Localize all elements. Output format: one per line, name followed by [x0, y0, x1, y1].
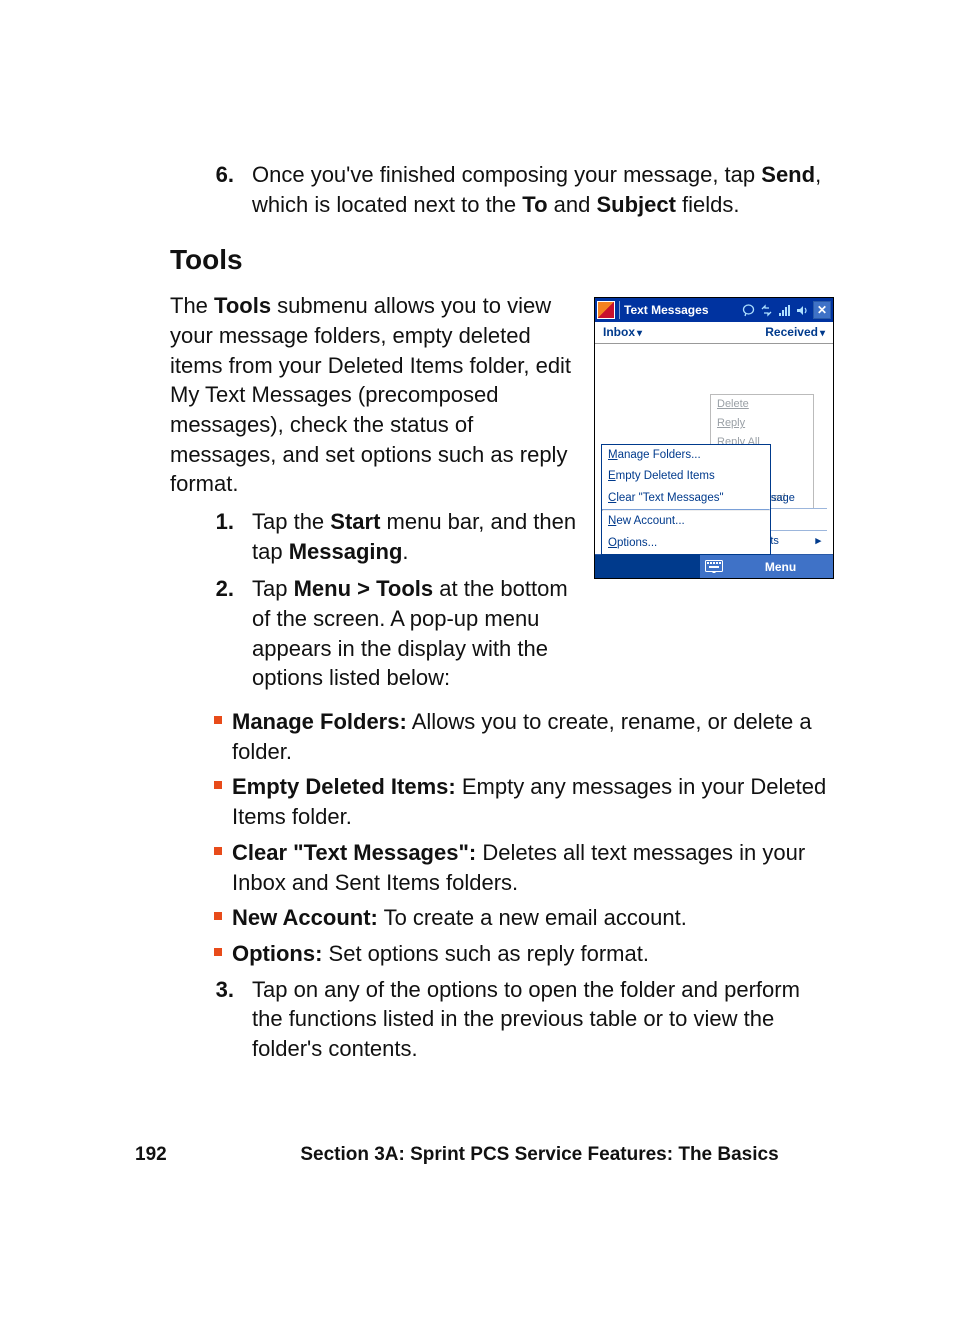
signal-icon[interactable]: [777, 303, 791, 317]
bullet-icon: [214, 912, 222, 920]
volume-icon[interactable]: [795, 303, 809, 317]
text-bold: Clear "Text Messages":: [232, 840, 476, 865]
title-text: Text Messages: [624, 302, 737, 318]
folder-bar: Inbox▾ Received▾: [595, 322, 833, 344]
text: To create a new email account.: [378, 905, 687, 930]
step-3-body: Tap on any of the options to open the fo…: [252, 975, 834, 1064]
softkey-bar: Menu: [595, 554, 833, 578]
menu-options[interactable]: Options...: [602, 533, 770, 555]
text: Once you've finished composing your mess…: [252, 162, 761, 187]
bullet-icon: [214, 781, 222, 789]
menu-new-account[interactable]: New Account...: [602, 511, 770, 533]
bullet-icon: [214, 847, 222, 855]
list-item: Clear "Text Messages": Deletes all text …: [214, 838, 834, 897]
message-list-area: Delete Reply Reply All Forward Move... M…: [595, 344, 833, 554]
softkey-right-menu[interactable]: Menu: [728, 555, 833, 578]
keyboard-icon[interactable]: [700, 555, 728, 578]
text: .: [402, 539, 408, 564]
list-item: Manage Folders: Allows you to create, re…: [214, 707, 834, 766]
text-bold: To: [522, 192, 547, 217]
page-number: 192: [135, 1144, 245, 1166]
bullet-icon: [214, 716, 222, 724]
text: Tap: [252, 576, 294, 601]
text: Tap the: [252, 509, 330, 534]
step-1-number: 1.: [206, 507, 234, 566]
step-3: 3. Tap on any of the options to open the…: [206, 975, 834, 1064]
text-bold: Menu > Tools: [294, 576, 434, 601]
text: The: [170, 293, 214, 318]
step-6: 6. Once you've finished composing your m…: [206, 160, 834, 219]
separator: [619, 301, 620, 319]
text-bold: Empty Deleted Items:: [232, 774, 456, 799]
chevron-right-icon: ▸: [815, 534, 821, 549]
ctx-item-reply: Reply: [711, 414, 813, 433]
text-bold: Tools: [214, 293, 271, 318]
bullet-icon: [214, 948, 222, 956]
section-heading-tools: Tools: [170, 241, 834, 279]
list-item: New Account: To create a new email accou…: [214, 903, 834, 933]
step-3-number: 3.: [206, 975, 234, 1064]
page-footer: 192 Section 3A: Sprint PCS Service Featu…: [0, 1144, 954, 1166]
text-bold: Manage Folders:: [232, 709, 407, 734]
device-frame: Text Messages ✕ Inbox▾: [594, 297, 834, 579]
step-1: 1. Tap the Start menu bar, and then tap …: [206, 507, 578, 566]
text: and: [548, 192, 597, 217]
step-2-number: 2.: [206, 574, 234, 693]
text-bold: Start: [330, 509, 380, 534]
text: submenu allows you to view your message …: [170, 293, 571, 496]
list-item: Options: Set options such as reply forma…: [214, 939, 834, 969]
ctx-item-delete: Delete: [711, 395, 813, 414]
tools-options-list: Manage Folders: Allows you to create, re…: [214, 707, 834, 969]
start-icon[interactable]: [597, 301, 615, 319]
sync-icon[interactable]: [759, 303, 773, 317]
device-titlebar: Text Messages ✕: [595, 298, 833, 322]
text-bold: Options:: [232, 941, 322, 966]
device-screenshot: Text Messages ✕ Inbox▾: [594, 297, 834, 579]
menu-empty-deleted[interactable]: Empty Deleted Items: [602, 466, 770, 488]
text-bold: Send: [761, 162, 815, 187]
step-6-number: 6.: [206, 160, 234, 219]
step-2: 2. Tap Menu > Tools at the bottom of the…: [206, 574, 578, 693]
close-icon[interactable]: ✕: [813, 301, 831, 319]
footer-section-title: Section 3A: Sprint PCS Service Features:…: [245, 1144, 834, 1166]
text-bold: New Account:: [232, 905, 378, 930]
sort-dropdown-received[interactable]: Received▾: [765, 324, 825, 341]
text-bold: Messaging: [289, 539, 403, 564]
step-1-body: Tap the Start menu bar, and then tap Mes…: [252, 507, 578, 566]
step-6-body: Once you've finished composing your mess…: [252, 160, 834, 219]
softkey-left[interactable]: [595, 555, 700, 578]
menu-manage-folders[interactable]: Manage Folders...: [602, 445, 770, 467]
tools-popup-menu: Manage Folders... Empty Deleted Items Cl…: [601, 444, 771, 556]
text: Set options such as reply format.: [322, 941, 649, 966]
menu-clear-text-messages[interactable]: Clear "Text Messages": [602, 488, 770, 510]
balloon-icon[interactable]: [741, 303, 755, 317]
folder-dropdown-inbox[interactable]: Inbox▾: [603, 324, 642, 341]
text-bold: Subject: [596, 192, 675, 217]
step-2-body: Tap Menu > Tools at the bottom of the sc…: [252, 574, 578, 693]
list-item: Empty Deleted Items: Empty any messages …: [214, 772, 834, 831]
text: fields.: [676, 192, 740, 217]
